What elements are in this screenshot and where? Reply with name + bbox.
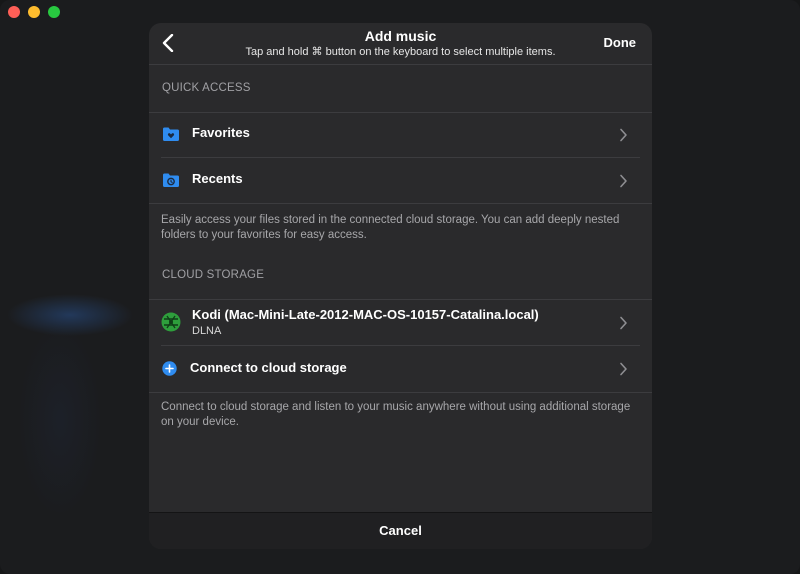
header-divider xyxy=(149,64,652,65)
section-divider xyxy=(149,392,652,393)
kodi-label: Kodi (Mac-Mini-Late-2012-MAC-OS-10157-Ca… xyxy=(192,307,539,322)
recents-label: Recents xyxy=(192,171,243,186)
connect-cloud-storage-row[interactable]: Connect to cloud storage xyxy=(149,346,652,391)
chevron-right-icon xyxy=(620,316,627,330)
sheet-title: Add music xyxy=(364,28,437,44)
close-window-button[interactable] xyxy=(8,6,20,18)
window-controls xyxy=(8,6,60,18)
plus-circle-icon xyxy=(162,361,177,376)
add-music-sheet: Add music Tap and hold ⌘ button on the k… xyxy=(149,23,652,549)
cloud-storage-heading: CLOUD STORAGE xyxy=(162,269,265,281)
connect-cloud-storage-label: Connect to cloud storage xyxy=(190,360,347,375)
chevron-right-icon xyxy=(620,128,627,142)
sheet-subtitle: Tap and hold ⌘ button on the keyboard to… xyxy=(245,46,556,58)
recents-folder-icon xyxy=(163,173,179,187)
recents-row[interactable]: Recents xyxy=(149,158,652,203)
section-divider xyxy=(149,203,652,204)
chevron-right-icon xyxy=(620,174,627,188)
favorites-folder-icon xyxy=(163,127,179,141)
app-window: Add music Tap and hold ⌘ button on the k… xyxy=(0,0,800,574)
kodi-type-label: DLNA xyxy=(192,325,222,337)
sheet-footer: Cancel xyxy=(149,512,652,549)
minimize-window-button[interactable] xyxy=(28,6,40,18)
cloud-storage-note: Connect to cloud storage and listen to y… xyxy=(161,401,631,428)
chevron-right-icon xyxy=(620,362,627,376)
kodi-dlna-row[interactable]: Kodi (Mac-Mini-Late-2012-MAC-OS-10157-Ca… xyxy=(149,300,652,345)
zoom-window-button[interactable] xyxy=(48,6,60,18)
done-button[interactable]: Done xyxy=(604,35,637,50)
cancel-button[interactable]: Cancel xyxy=(149,523,652,538)
quick-access-note: Easily access your files stored in the c… xyxy=(161,214,620,241)
dlna-server-icon xyxy=(161,312,181,332)
favorites-row[interactable]: Favorites xyxy=(149,113,652,158)
quick-access-heading: QUICK ACCESS xyxy=(162,82,251,94)
favorites-label: Favorites xyxy=(192,125,250,140)
sheet-header: Add music Tap and hold ⌘ button on the k… xyxy=(149,23,652,65)
